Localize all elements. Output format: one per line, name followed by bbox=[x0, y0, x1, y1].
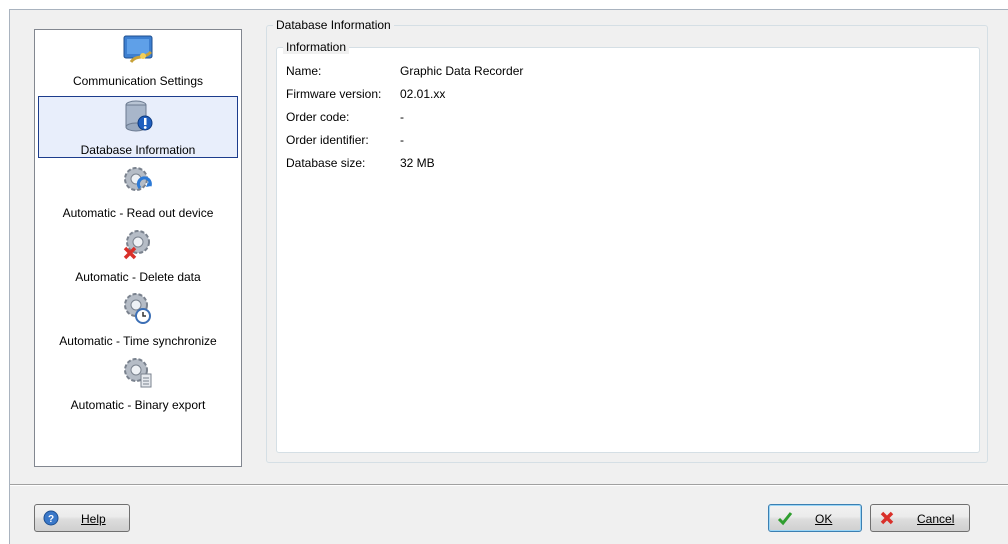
checkmark-icon bbox=[777, 512, 793, 526]
nav-item-label: Automatic - Binary export bbox=[70, 398, 206, 412]
database-size-value: 32 MB bbox=[400, 156, 435, 170]
svg-text:?: ? bbox=[48, 514, 54, 525]
nav-item-communication-settings[interactable]: Communication Settings bbox=[38, 30, 238, 92]
firmware-version-value: 02.01.xx bbox=[400, 87, 446, 101]
order-identifier-value: - bbox=[400, 133, 404, 147]
nav-item-automatic-binary-export[interactable]: Automatic - Binary export bbox=[38, 354, 238, 416]
nav-item-label: Automatic - Time synchronize bbox=[59, 334, 217, 348]
cancel-button[interactable]: Cancel bbox=[870, 504, 970, 532]
nav-item-label: Communication Settings bbox=[72, 74, 204, 88]
settings-nav-list[interactable]: Communication Settings Database Informat… bbox=[34, 29, 242, 467]
cancel-button-label: Cancel bbox=[917, 512, 955, 526]
help-button[interactable]: ? Help bbox=[34, 504, 130, 532]
group-title: Database Information bbox=[273, 18, 394, 32]
nav-item-automatic-read-out-device[interactable]: Automatic - Read out device bbox=[38, 162, 238, 224]
database-info-icon bbox=[125, 100, 153, 132]
name-label: Name: bbox=[286, 64, 322, 78]
gear-export-icon bbox=[124, 358, 152, 388]
ok-button-label: OK bbox=[815, 512, 833, 526]
nav-item-label: Automatic - Read out device bbox=[62, 206, 214, 220]
gear-clock-icon bbox=[124, 293, 151, 324]
help-icon: ? bbox=[43, 510, 59, 526]
nav-item-label: Automatic - Delete data bbox=[75, 270, 201, 284]
name-value: Graphic Data Recorder bbox=[400, 64, 524, 78]
firmware-version-label: Firmware version: bbox=[286, 87, 382, 101]
ok-button[interactable]: OK bbox=[768, 504, 862, 532]
information-group: Information bbox=[276, 40, 980, 453]
order-code-value: - bbox=[400, 110, 404, 124]
nav-item-automatic-delete-data[interactable]: Automatic - Delete data bbox=[38, 226, 238, 288]
order-identifier-label: Order identifier: bbox=[286, 133, 369, 147]
footer-separator-highlight bbox=[10, 485, 1008, 486]
help-button-label: Help bbox=[81, 512, 106, 526]
gear-delete-icon bbox=[123, 230, 150, 260]
gear-readout-icon bbox=[124, 167, 152, 191]
close-icon bbox=[880, 511, 894, 525]
info-group-title: Information bbox=[283, 40, 350, 54]
monitor-network-icon bbox=[123, 35, 153, 64]
order-code-label: Order code: bbox=[286, 110, 350, 124]
nav-item-automatic-time-synchronize[interactable]: Automatic - Time synchronize bbox=[38, 290, 238, 352]
database-size-label: Database size: bbox=[286, 156, 366, 170]
nav-item-label: Database Information bbox=[80, 143, 196, 157]
nav-item-database-information[interactable]: Database Information bbox=[38, 96, 238, 158]
